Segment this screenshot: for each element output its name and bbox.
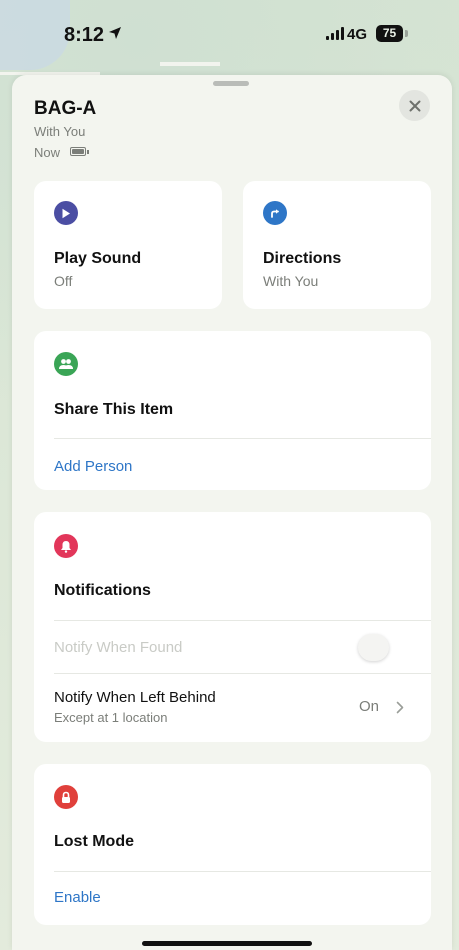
item-detail-sheet: BAG-A With You Now Play Sound Off Direct… — [12, 75, 452, 950]
cellular-signal-icon — [326, 27, 344, 40]
notify-left-behind-row[interactable]: Notify When Left Behind Except at 1 loca… — [34, 674, 431, 742]
notify-when-found-label: Notify When Found — [54, 639, 183, 656]
notify-left-behind-detail: Except at 1 location — [54, 710, 168, 725]
status-time: 8:12 — [64, 24, 105, 46]
status-bar: 8:12 4G 75 — [0, 0, 459, 64]
bell-icon — [54, 534, 78, 558]
directions-state: With You — [263, 273, 319, 289]
play-sound-label: Play Sound — [54, 250, 142, 267]
directions-label: Directions — [263, 250, 342, 267]
play-sound-state: Off — [54, 273, 73, 289]
item-updated: Now — [34, 145, 61, 160]
item-battery-icon — [70, 147, 86, 156]
close-button[interactable] — [399, 90, 430, 121]
lost-mode-title: Lost Mode — [54, 833, 134, 850]
item-battery-nub — [87, 150, 89, 154]
play-sound-card[interactable]: Play Sound Off — [34, 181, 222, 309]
home-indicator — [142, 941, 312, 946]
notify-when-found-toggle[interactable] — [358, 634, 389, 661]
lock-icon — [54, 785, 78, 809]
notifications-card: Notifications Notify When Found Notify W… — [34, 512, 431, 742]
chevron-right-icon — [396, 701, 404, 714]
sheet-grabber[interactable] — [213, 81, 249, 86]
battery-level: 75 — [382, 26, 397, 40]
lost-mode-divider — [54, 871, 431, 872]
play-icon — [54, 201, 78, 225]
share-title: Share This Item — [54, 401, 174, 418]
battery-icon: 75 — [376, 25, 403, 42]
enable-lost-mode-button[interactable]: Enable — [54, 889, 101, 906]
item-location: With You — [34, 124, 86, 139]
lost-mode-card: Lost Mode Enable — [34, 764, 431, 925]
notify-left-behind-label: Notify When Left Behind — [54, 689, 216, 706]
notify-left-behind-value: On — [359, 698, 380, 715]
battery-nub — [405, 30, 408, 37]
share-card: Share This Item Add Person — [34, 331, 431, 490]
location-arrow-icon — [109, 27, 121, 39]
notifications-divider — [54, 620, 431, 621]
people-icon — [54, 352, 78, 376]
item-name: BAG-A — [34, 98, 97, 119]
directions-card[interactable]: Directions With You — [243, 181, 431, 309]
directions-icon — [263, 201, 287, 225]
share-divider — [54, 438, 431, 439]
notifications-title: Notifications — [54, 582, 151, 599]
add-person-button[interactable]: Add Person — [54, 458, 132, 475]
close-icon — [409, 100, 420, 111]
network-type: 4G — [347, 26, 368, 43]
